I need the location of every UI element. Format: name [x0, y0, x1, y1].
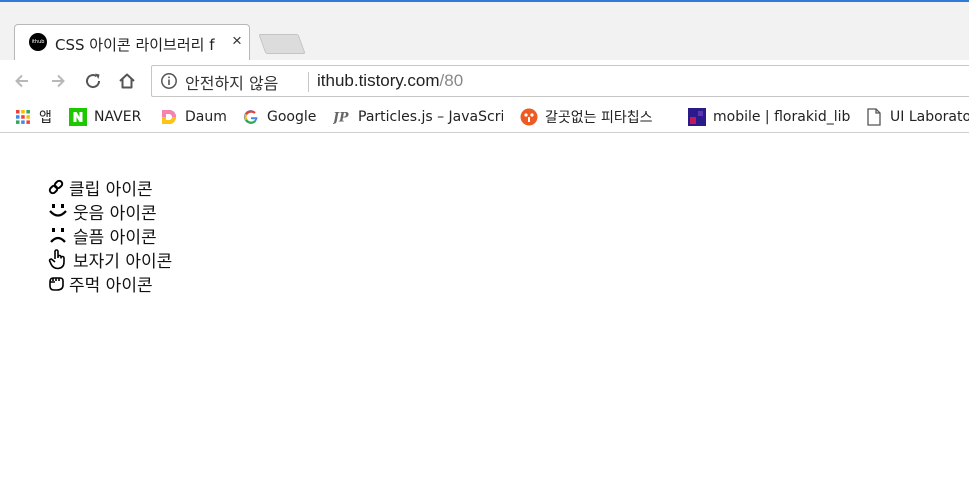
- back-button[interactable]: [10, 69, 34, 93]
- link-icon: [46, 177, 66, 197]
- info-icon[interactable]: [160, 72, 178, 90]
- page-icon: [865, 108, 883, 126]
- naver-icon: [69, 108, 87, 126]
- tab-title: CSS 아이콘 라이브러리 f: [55, 36, 215, 54]
- list-item: 슬픔 아이콘: [46, 223, 172, 248]
- url-text[interactable]: ithub.tistory.com/80: [317, 71, 463, 91]
- bookmark-pitapeople[interactable]: 갈곳없는 피타칩스: [520, 107, 653, 127]
- forward-arrow-icon: [52, 74, 65, 88]
- home-button[interactable]: [115, 69, 139, 93]
- reload-button[interactable]: [81, 69, 105, 93]
- item-label: 주먹 아이콘: [69, 275, 153, 296]
- active-tab[interactable]: ithub CSS 아이콘 라이브러리 f ×: [14, 24, 250, 61]
- apps-grid-icon: [14, 108, 32, 126]
- sad-icon: [46, 225, 70, 245]
- item-label: 웃음 아이콘: [73, 203, 157, 224]
- new-tab-button[interactable]: [258, 34, 306, 54]
- bookmark-ui-laboratory[interactable]: UI Laborato: [865, 107, 969, 127]
- pointing-hand-icon: [46, 249, 70, 270]
- reload-icon: [86, 73, 101, 89]
- bookmark-apps[interactable]: 앱: [14, 107, 52, 127]
- particles-icon: JP: [333, 108, 351, 126]
- google-icon: [242, 108, 260, 126]
- fist-icon: [46, 273, 66, 293]
- bookmarks-bar: 앱 NAVER Daum Google JP Particles.js – Ja…: [0, 102, 969, 133]
- item-label: 클립 아이콘: [69, 179, 153, 200]
- tab-favicon-icon: ithub: [29, 33, 47, 51]
- back-arrow-icon: [15, 74, 28, 88]
- bookmark-label: 갈곳없는 피타칩스: [545, 110, 653, 126]
- bookmark-label: UI Laborato: [890, 109, 969, 125]
- bookmark-label: Daum: [185, 109, 227, 125]
- tab-strip: ithub CSS 아이콘 라이브러리 f ×: [0, 0, 969, 61]
- browser-window: ithub CSS 아이콘 라이브러리 f × 안전하지 않음 ithub.ti…: [0, 0, 969, 479]
- svg-text:JP: JP: [333, 110, 349, 125]
- item-label: 보자기 아이콘: [73, 251, 173, 272]
- url-host: ithub.tistory.com: [317, 71, 440, 90]
- item-label: 슬픔 아이콘: [73, 227, 157, 248]
- smile-icon: [46, 201, 70, 221]
- bookmark-daum[interactable]: Daum: [160, 107, 227, 127]
- bookmark-florakid[interactable]: mobile | florakid_lib: [688, 107, 850, 127]
- security-label: 안전하지 않음: [185, 74, 279, 93]
- bookmark-label: NAVER: [94, 109, 142, 125]
- tab-close-icon[interactable]: ×: [228, 31, 246, 51]
- list-item: 웃음 아이콘: [46, 199, 172, 224]
- forward-button[interactable]: [46, 69, 70, 93]
- bookmark-label: Particles.js – JavaScrip: [358, 109, 503, 125]
- list-item: 클립 아이콘: [46, 175, 172, 200]
- florakid-icon: [688, 108, 706, 126]
- icon-list: 클립 아이콘 웃음 아이콘 슬픔 아이콘 보자기 아이콘 주먹 아이콘: [46, 175, 173, 296]
- daum-icon: [160, 108, 178, 126]
- bookmark-label: 앱: [39, 110, 52, 126]
- home-icon: [119, 73, 135, 89]
- pitapeople-icon: [520, 108, 538, 126]
- list-item: 보자기 아이콘: [46, 247, 173, 272]
- bookmark-label: mobile | florakid_lib: [713, 109, 851, 125]
- bookmark-google[interactable]: Google: [242, 107, 316, 127]
- bookmark-particles[interactable]: JP Particles.js – JavaScrip: [333, 107, 503, 127]
- url-path: /80: [439, 71, 464, 90]
- bookmark-label: Google: [267, 109, 317, 125]
- list-item: 주먹 아이콘: [46, 271, 172, 296]
- address-bar[interactable]: 안전하지 않음 ithub.tistory.com/80: [151, 65, 969, 97]
- omnibox-divider: [308, 72, 309, 92]
- bookmark-naver[interactable]: NAVER: [69, 107, 141, 127]
